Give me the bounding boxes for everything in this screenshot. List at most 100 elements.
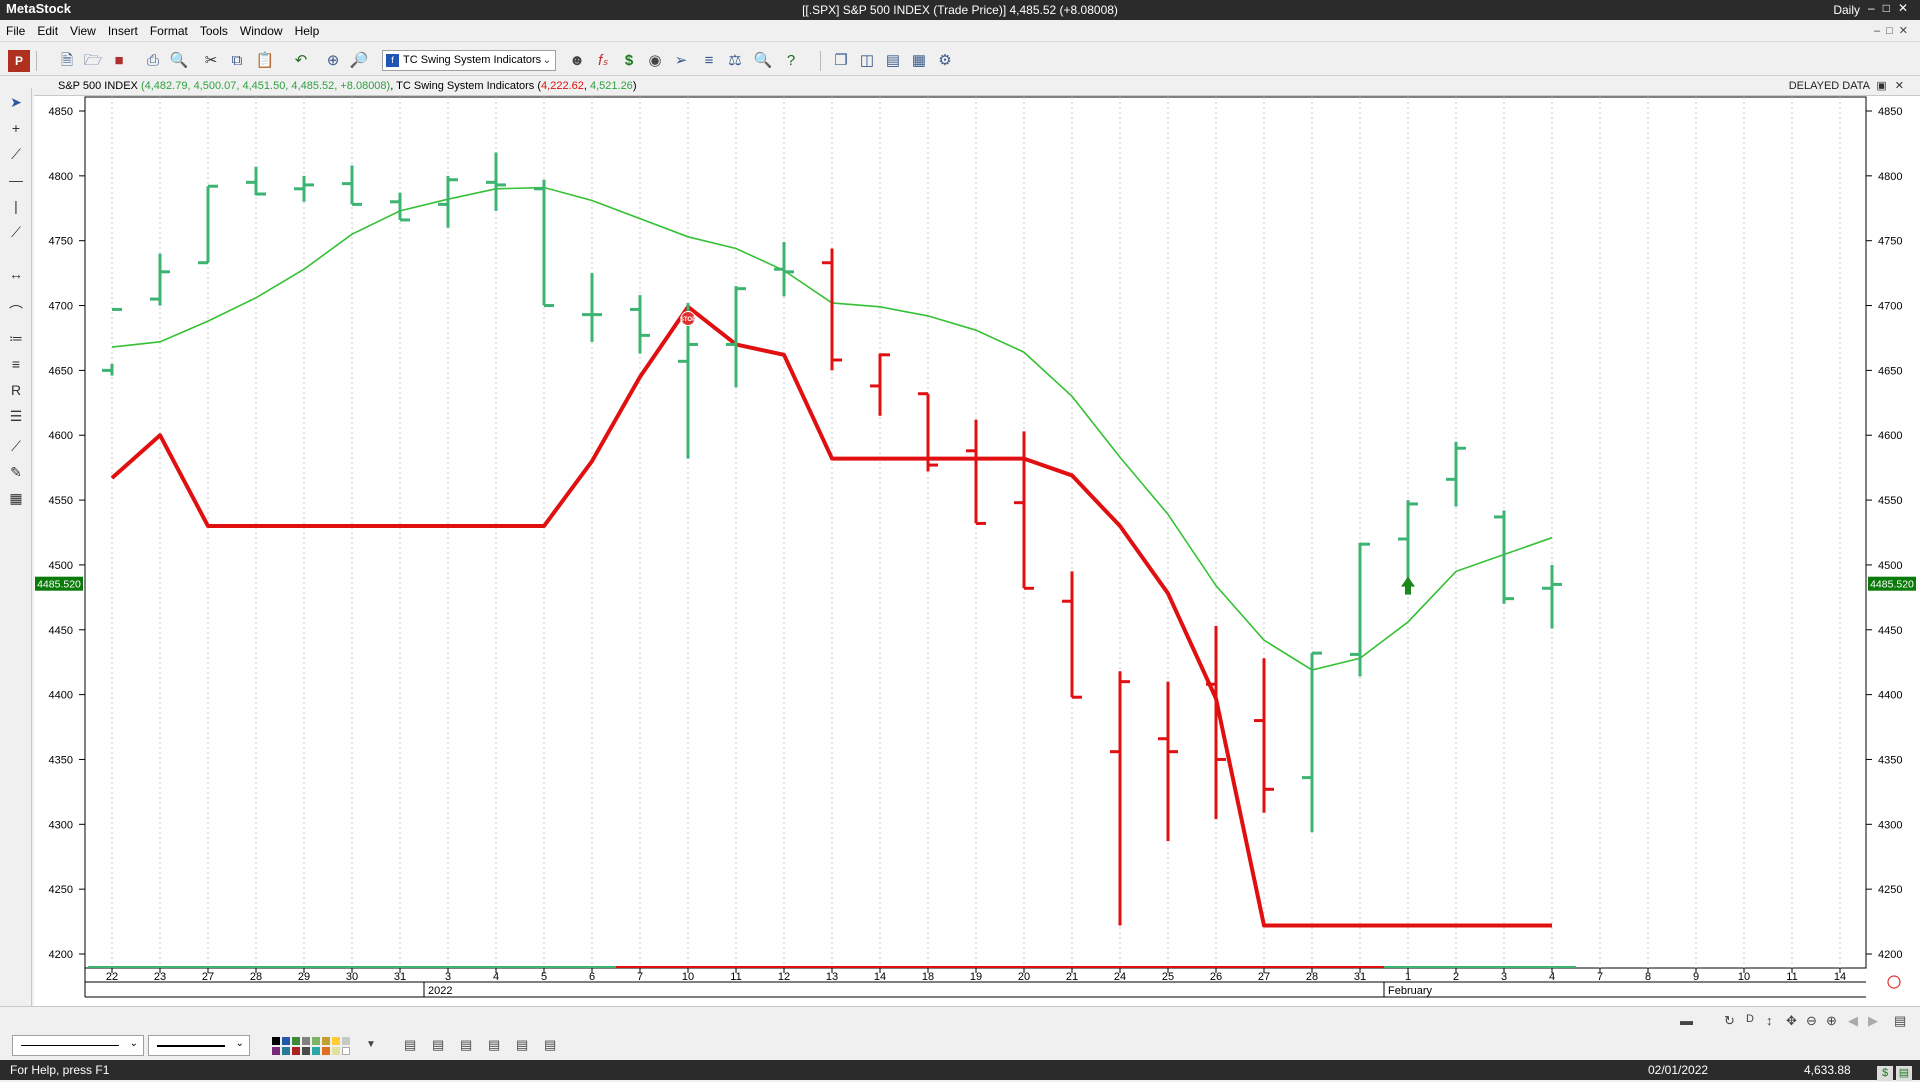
x-tick-label: 14 — [1834, 971, 1846, 983]
chevron-down-icon[interactable]: ▼ — [366, 1039, 376, 1050]
vertical-line-icon[interactable]: | — [5, 196, 27, 216]
paste-icon[interactable]: 📋 — [254, 50, 276, 72]
cascade-icon[interactable]: ❐ — [830, 50, 852, 72]
color-swatch[interactable] — [302, 1047, 310, 1055]
color-swatch[interactable] — [292, 1047, 300, 1055]
color-swatch[interactable] — [322, 1037, 330, 1045]
chart-window[interactable]: S&P 500 INDEX (4,482.79, 4,500.07, 4,451… — [34, 76, 1920, 1006]
dollar-icon[interactable]: $ — [618, 50, 640, 72]
channel-icon[interactable]: ☰ — [5, 406, 27, 426]
binoculars-icon[interactable]: ◉ — [644, 50, 666, 72]
window-controls[interactable]: –□✕ — [1868, 1, 1916, 15]
y-tick-label: 4800 — [49, 171, 73, 183]
formula-icon[interactable]: fₛ — [592, 50, 614, 72]
new-icon[interactable]: 🗎 — [56, 50, 78, 72]
color-swatch[interactable] — [272, 1047, 280, 1055]
panel-icon[interactable]: ▤ — [1896, 1066, 1912, 1081]
color-swatch[interactable] — [302, 1037, 310, 1045]
color-swatch[interactable] — [332, 1037, 340, 1045]
line-study-icon[interactable]: ⟋ — [5, 436, 27, 456]
close-icon[interactable]: ■ — [108, 50, 130, 72]
menu-tools[interactable]: Tools — [194, 20, 234, 38]
arc-icon[interactable]: ⌒ — [5, 302, 27, 322]
color-swatch[interactable] — [292, 1037, 300, 1045]
mdi-window-controls[interactable]: –□✕ — [1874, 24, 1914, 37]
zoom-minus-icon[interactable]: ⊖ — [1806, 1013, 1817, 1029]
help-icon[interactable]: ? — [780, 50, 802, 72]
settings-icon[interactable]: ⚙ — [934, 50, 956, 72]
menu-file[interactable]: File — [0, 20, 31, 38]
expert-icon[interactable]: ☻ — [566, 50, 588, 72]
zoom-plus-icon[interactable]: ⊕ — [1826, 1013, 1837, 1029]
trendline-icon[interactable]: ⟋ — [5, 144, 27, 164]
pattern-icon[interactable]: ▦ — [5, 488, 27, 508]
chart-style-icon[interactable]: ▤ — [544, 1037, 556, 1053]
fibonacci-icon[interactable]: ≔ — [5, 328, 27, 348]
menu-edit[interactable]: Edit — [31, 20, 64, 38]
color-swatch[interactable] — [342, 1047, 350, 1055]
color-swatch[interactable] — [272, 1037, 280, 1045]
tile-vertical-icon[interactable]: ◫ — [856, 50, 878, 72]
explorer-icon[interactable]: ➢ — [670, 50, 692, 72]
undo-icon[interactable]: ↶ — [290, 50, 312, 72]
scroll-left-icon[interactable]: ◀ — [1848, 1013, 1858, 1029]
indicator-selector[interactable]: f TC Swing System Indicators ⌄ — [382, 50, 556, 71]
chart-style-icon[interactable]: ▤ — [460, 1037, 472, 1053]
scale-icon[interactable]: ↕ — [1766, 1013, 1773, 1028]
cycle-lines-icon[interactable]: ↔ — [5, 264, 27, 284]
move-icon[interactable]: ✥ — [1786, 1013, 1797, 1029]
chart-style-icon[interactable]: ▤ — [488, 1037, 500, 1053]
refresh-icon[interactable]: ↻ — [1724, 1013, 1735, 1029]
search-icon[interactable]: 🔍 — [752, 50, 774, 72]
text-tool-icon[interactable]: ≡ — [5, 354, 27, 374]
crosshair-tool-icon[interactable]: + — [5, 118, 27, 138]
color-swatch[interactable] — [282, 1047, 290, 1055]
color-swatch[interactable] — [332, 1047, 340, 1055]
dollar-icon[interactable]: $ — [1877, 1066, 1893, 1081]
trend-strip-segment — [280, 966, 328, 968]
menu-view[interactable]: View — [64, 20, 102, 38]
color-swatch[interactable] — [312, 1047, 320, 1055]
price-chart[interactable]: 4200 4200 4250 4250 4300 4300 4350 4350 4400 4400… — [34, 76, 1920, 1006]
crosshair-icon[interactable]: ⊕ — [322, 50, 344, 72]
menu-window[interactable]: Window — [234, 20, 289, 38]
menu-format[interactable]: Format — [144, 20, 194, 38]
print-icon[interactable]: ⎙ — [142, 50, 164, 72]
app-logo-icon[interactable]: P — [8, 50, 30, 72]
pen-icon[interactable]: ✎ — [5, 462, 27, 482]
color-swatch[interactable] — [282, 1037, 290, 1045]
layout-icon[interactable]: ▦ — [908, 50, 930, 72]
cut-icon[interactable]: ✂ — [200, 50, 222, 72]
system-tester-icon[interactable]: ⚖ — [724, 50, 746, 72]
chart-style-icon[interactable]: ▤ — [432, 1037, 444, 1053]
chart-style-icon[interactable]: ▤ — [404, 1037, 416, 1053]
maximize-icon[interactable]: □ — [1883, 1, 1898, 15]
scroll-right-icon[interactable]: ▶ — [1868, 1013, 1878, 1029]
pointer-icon[interactable]: ➤ — [5, 92, 27, 112]
menu-help[interactable]: Help — [289, 20, 326, 38]
toolbar-separator — [36, 51, 37, 71]
line-weight-select[interactable]: ⌄ — [148, 1035, 250, 1056]
open-icon[interactable]: 🗁 — [82, 50, 104, 72]
close-icon[interactable]: ✕ — [1898, 1, 1916, 15]
regression-icon[interactable]: R — [5, 380, 27, 400]
color-swatch[interactable] — [342, 1037, 350, 1045]
print-preview-icon[interactable]: 🔍 — [168, 50, 190, 72]
copy-icon[interactable]: ⧉ — [226, 50, 248, 72]
x-tick-label: 9 — [1693, 971, 1699, 983]
zoom-icon[interactable]: 🔎 — [348, 50, 370, 72]
menu-insert[interactable]: Insert — [102, 20, 144, 38]
color-swatch[interactable] — [322, 1047, 330, 1055]
chart-style-icon[interactable]: ▤ — [516, 1037, 528, 1053]
forecast-icon[interactable]: ≡ — [698, 50, 720, 72]
tile-horizontal-icon[interactable]: ▤ — [882, 50, 904, 72]
horizontal-line-icon[interactable]: — — [5, 170, 27, 190]
minimize-icon[interactable]: – — [1868, 1, 1883, 15]
zoom-out-icon[interactable]: ▬ — [1680, 1013, 1693, 1028]
periodicity-button[interactable]: D — [1746, 1013, 1754, 1025]
periodicity-label[interactable]: Daily — [1833, 3, 1860, 17]
sheet-icon[interactable]: ▤ — [1894, 1013, 1906, 1029]
line-style-select[interactable]: ⌄ — [12, 1035, 144, 1056]
color-swatch[interactable] — [312, 1037, 320, 1045]
speed-lines-icon[interactable]: ⟋ — [5, 222, 27, 242]
